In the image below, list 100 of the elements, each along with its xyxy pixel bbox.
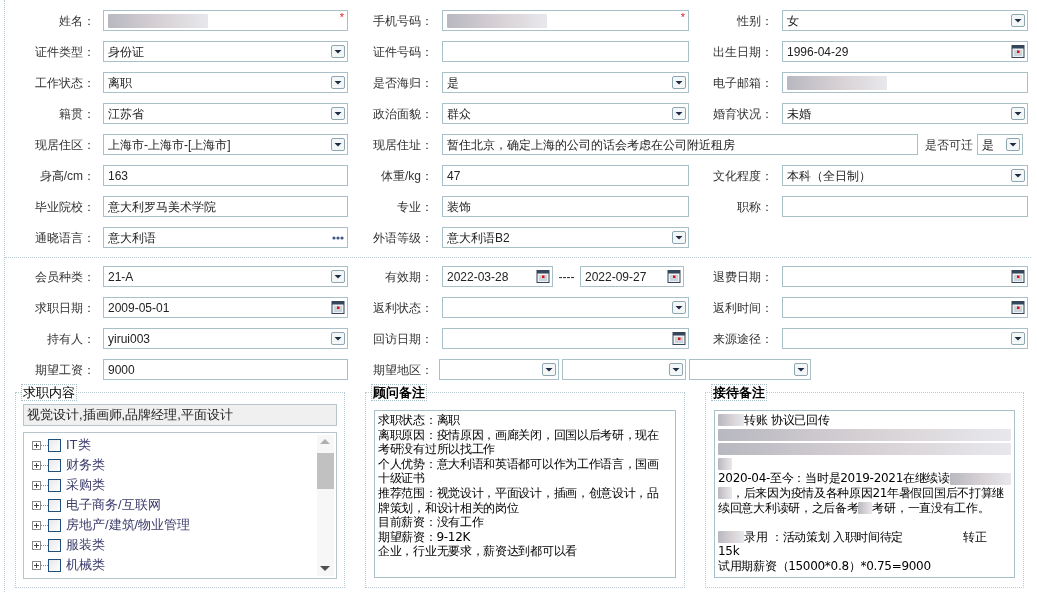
blurred-text [718,487,732,500]
expand-icon[interactable] [32,500,41,510]
dropdown-field[interactable]: 本科（全日制） [782,165,1028,186]
checkbox[interactable] [48,518,61,532]
calendar-icon[interactable] [1011,45,1025,58]
input-field[interactable]: 装饰 [442,196,689,217]
dropdown-field[interactable]: 是 [442,72,689,93]
note-text: 目前薪资：没有工作 [378,515,484,530]
dropdown-field[interactable]: 离职 [103,72,348,93]
input-field[interactable] [782,196,1028,217]
required-mark: * [339,10,344,25]
field-label: 退费日期： [712,268,773,286]
calendar-icon[interactable] [667,270,681,283]
note-text: 录用 ：活动策划 入职时间待定 [744,529,904,545]
date-field[interactable]: 2009-05-01 [103,297,348,318]
dropdown-field[interactable] [442,297,689,318]
dropdown-field[interactable]: 上海市-上海市-[上海市] [103,134,348,155]
input-field[interactable]: 9000 [103,359,348,380]
field-label: 返利状态： [372,299,433,317]
input-field[interactable]: * [103,10,348,31]
panel-legend: 顾问备注 [371,384,427,401]
dropdown-field[interactable] [782,328,1028,349]
field-label: 证件类型： [34,43,95,61]
input-field[interactable]: 意大利罗马美术学院 [103,196,348,217]
field-label: 现居住址： [372,136,433,154]
dropdown-field[interactable]: 未婚 [782,103,1028,124]
dropdown-field[interactable] [689,359,811,380]
date-field[interactable] [442,328,689,349]
field-label: 工作状态： [34,74,95,92]
note-text: 考研没有过所以找工作 [378,442,495,457]
field-label: 身高/cm： [38,167,95,185]
blurred-text [949,472,1011,485]
tree-item-label[interactable]: 服装类 [66,535,105,555]
checkbox[interactable] [48,458,61,472]
note-text: 2020-04-至今：当时是2019-2021在继续读 [718,471,950,486]
input-field[interactable]: 163 [103,165,348,186]
field-label: 有效期： [384,268,433,286]
field-label: 职称： [736,198,773,216]
field-label: 来源途径： [712,330,773,348]
calendar-icon[interactable] [672,332,686,345]
dropdown-field[interactable]: 身份证 [103,41,348,62]
note-text: 续回意大利读研，之后备考 [718,500,859,516]
tree-item-label[interactable]: 电子商务/互联网 [66,495,161,515]
date-field[interactable]: 2022-03-28 [442,266,553,287]
input-field[interactable] [442,41,689,62]
note-text: 考研，一直没有工作。 [872,500,990,516]
input-field[interactable] [782,72,1028,93]
expand-icon[interactable] [32,460,41,470]
field-label: 期望地区： [372,361,433,379]
expand-icon[interactable] [32,540,41,550]
tree-item-label[interactable]: IT类 [66,435,91,455]
calendar-icon[interactable] [1011,301,1025,314]
expand-icon[interactable] [32,560,41,570]
field-label: 求职日期： [34,299,95,317]
calendar-icon[interactable] [331,301,345,314]
notes-textarea[interactable]: 转账 协议已回传 2020-04-至今：当时是2019-2021在继续读 ，后来因为疫情及各种原因21年暑假回国后不打算继 续回意大利读研，之后备考 考研，一直没有工作。 录用 ：活动策划 入职时间待定 转正 15k 试用期薪资（15000*0.8）*0.75=9000 [714,410,1015,578]
dropdown-field[interactable]: 意大利语B2 [442,227,689,248]
date-field[interactable] [782,266,1028,287]
dropdown-field[interactable]: 群众 [442,103,689,124]
summary-field[interactable]: 视觉设计,插画师,品牌经理,平面设计 [23,404,337,426]
note-text: 15k [718,544,740,559]
dropdown-field[interactable]: yirui003 [103,328,348,349]
dropdown-field[interactable]: 是 [977,134,1023,155]
tree-item-label[interactable]: 财务类 [66,455,105,475]
dropdown-field[interactable] [439,359,559,380]
blurred-text [718,531,744,544]
expand-icon[interactable] [32,520,41,530]
expand-icon[interactable] [32,480,41,490]
scrollbar[interactable] [317,435,334,576]
blurred-text [858,501,873,514]
dropdown-field[interactable]: 女 [782,10,1028,31]
input-field[interactable]: 47 [442,165,689,186]
tree-item-label[interactable]: 房地产/建筑/物业管理 [66,515,191,535]
date-field[interactable] [782,297,1028,318]
checkbox[interactable] [48,478,61,492]
checkbox[interactable] [48,498,61,512]
checkbox[interactable] [48,438,61,452]
expand-icon[interactable] [32,440,41,450]
date-field[interactable]: 1996-04-29 [782,41,1028,62]
dropdown-field[interactable]: 21-A [103,266,348,287]
calendar-icon[interactable] [536,270,550,283]
dropdown-field[interactable] [562,359,686,380]
field-label: 文化程度： [712,167,773,185]
lookup-field[interactable]: 意大利语 [103,227,348,248]
field-label: 体重/kg： [380,167,433,185]
field-label: 会员种类： [34,268,95,286]
dropdown-field[interactable]: 江苏省 [103,103,348,124]
field-label: 回访日期： [372,330,433,348]
tree-item-label[interactable]: 机械类 [66,555,105,575]
calendar-icon[interactable] [1011,270,1025,283]
required-mark: * [680,10,685,25]
notes-textarea[interactable]: 求职状态：离职 离职原因：疫情原因，画廊关闭，回国以后考研，现在 考研没有过所以找工作 个人优势：意大利语和英语都可以作为工作语言，国画 十级证书 推荐范围：视觉设计，平面设计，插画，创意设计，品 牌策划，和设计相关的岗位 目前薪资：没有工作 期望薪资：9-12K 企业，行业无要求，薪资达到都可以看 [374,410,676,578]
tree-item-label[interactable]: 采购类 [66,475,105,495]
input-field[interactable]: * [442,10,689,31]
checkbox[interactable] [48,558,61,572]
date-field[interactable]: 2022-09-27 [580,266,684,287]
checkbox[interactable] [48,538,61,552]
panel-legend: 接待备注 [711,384,767,401]
input-field[interactable]: 暂住北京，确定上海的公司的话会考虑在公司附近租房 [442,134,918,155]
note-text: 离职原因：疫情原因，画廊关闭，回国以后考研，现在 [378,427,659,443]
